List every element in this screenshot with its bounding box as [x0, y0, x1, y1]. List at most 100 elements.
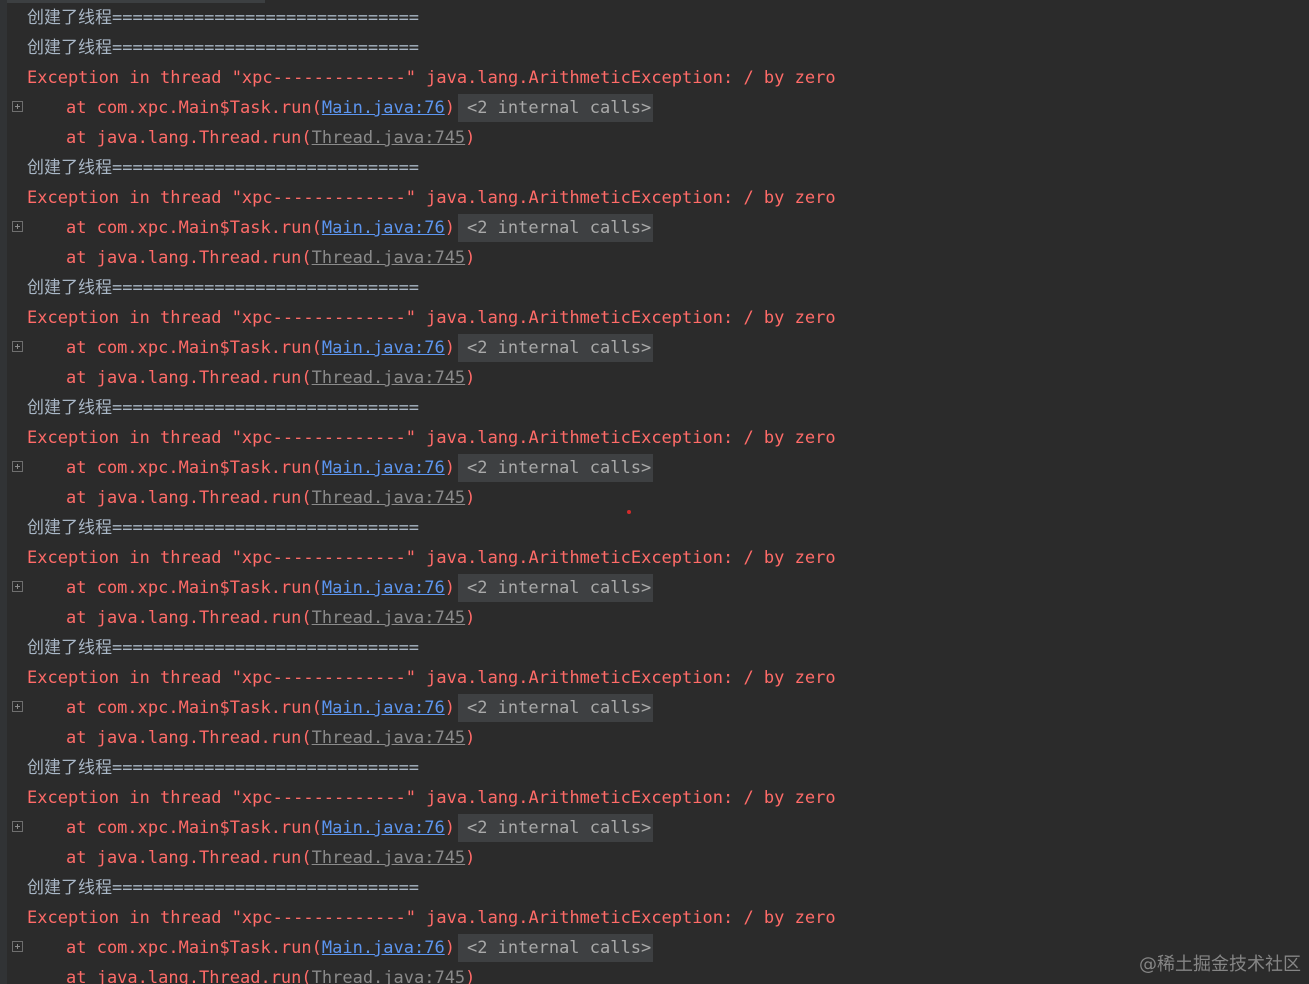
frame-prefix: at com.xpc.Main$Task.run(: [66, 458, 322, 478]
frame-suffix: ): [444, 698, 455, 718]
thread-created-line: 创建了线程==============================: [27, 8, 420, 28]
exception-line: Exception in thread "xpc-------------" j…: [27, 68, 836, 88]
internal-calls-toggle[interactable]: <2 internal calls>: [457, 814, 654, 842]
thread-created-line: 创建了线程==============================: [27, 38, 420, 58]
frame-suffix: ): [444, 938, 455, 958]
thread-created-line: 创建了线程==============================: [27, 758, 420, 778]
frame-suffix: ): [444, 578, 455, 598]
stack-frame-thread-run: at java.lang.Thread.run(Thread.java:745): [0, 363, 1309, 393]
stack-frame-thread-run: at java.lang.Thread.run(Thread.java:745): [0, 843, 1309, 873]
internal-calls-toggle[interactable]: <2 internal calls>: [457, 334, 654, 362]
fold-expand-icon[interactable]: [12, 101, 23, 112]
frame-prefix: at java.lang.Thread.run(: [66, 368, 312, 388]
frame-prefix: at com.xpc.Main$Task.run(: [66, 98, 322, 118]
frame-prefix: at java.lang.Thread.run(: [66, 968, 312, 984]
watermark: @稀土掘金技术社区: [1139, 954, 1301, 975]
internal-calls-toggle[interactable]: <2 internal calls>: [457, 574, 654, 602]
stack-frame-thread-run: at java.lang.Thread.run(Thread.java:745): [0, 603, 1309, 633]
frame-prefix: at com.xpc.Main$Task.run(: [66, 818, 322, 838]
frame-suffix: ): [465, 968, 476, 984]
thread-created-line: 创建了线程==============================: [27, 278, 420, 298]
source-link-thread-java[interactable]: Thread.java:745: [312, 128, 466, 148]
source-link-main-java[interactable]: Main.java:76: [322, 98, 445, 118]
internal-calls-toggle[interactable]: <2 internal calls>: [457, 214, 654, 242]
stack-frame-thread-run: at java.lang.Thread.run(Thread.java:745): [0, 963, 1309, 984]
frame-prefix: at java.lang.Thread.run(: [66, 728, 312, 748]
source-link-thread-java[interactable]: Thread.java:745: [312, 968, 466, 984]
stack-frame-task-run: at com.xpc.Main$Task.run(Main.java:76) <2…: [0, 933, 1309, 963]
internal-calls-toggle[interactable]: <2 internal calls>: [457, 694, 654, 722]
frame-prefix: at com.xpc.Main$Task.run(: [66, 698, 322, 718]
frame-suffix: ): [444, 98, 455, 118]
red-dot-marker: [627, 510, 631, 514]
fold-expand-icon[interactable]: [12, 461, 23, 472]
fold-expand-icon[interactable]: [12, 941, 23, 952]
frame-prefix: at java.lang.Thread.run(: [66, 848, 312, 868]
frame-suffix: ): [465, 608, 476, 628]
frame-prefix: at java.lang.Thread.run(: [66, 128, 312, 148]
fold-expand-icon[interactable]: [12, 341, 23, 352]
frame-suffix: ): [465, 368, 476, 388]
stack-frame-task-run: at com.xpc.Main$Task.run(Main.java:76) <2…: [0, 573, 1309, 603]
frame-suffix: ): [465, 248, 476, 268]
frame-prefix: at com.xpc.Main$Task.run(: [66, 578, 322, 598]
exception-line: Exception in thread "xpc-------------" j…: [27, 428, 836, 448]
internal-calls-toggle[interactable]: <2 internal calls>: [457, 94, 654, 122]
stack-frame-thread-run: at java.lang.Thread.run(Thread.java:745): [0, 723, 1309, 753]
frame-suffix: ): [465, 128, 476, 148]
stack-frame-task-run: at com.xpc.Main$Task.run(Main.java:76) <2…: [0, 333, 1309, 363]
fold-expand-icon[interactable]: [12, 581, 23, 592]
fold-expand-icon[interactable]: [12, 701, 23, 712]
source-link-main-java[interactable]: Main.java:76: [322, 578, 445, 598]
run-console-output[interactable]: 创建了线程============================== 创建了线程…: [0, 0, 1309, 984]
source-link-thread-java[interactable]: Thread.java:745: [312, 608, 466, 628]
source-link-thread-java[interactable]: Thread.java:745: [312, 848, 466, 868]
frame-suffix: ): [465, 728, 476, 748]
internal-calls-toggle[interactable]: <2 internal calls>: [457, 934, 654, 962]
fold-expand-icon[interactable]: [12, 821, 23, 832]
stack-frame-task-run: at com.xpc.Main$Task.run(Main.java:76) <2…: [0, 213, 1309, 243]
exception-line: Exception in thread "xpc-------------" j…: [27, 908, 836, 928]
thread-created-line: 创建了线程==============================: [27, 398, 420, 418]
stack-frame-task-run: at com.xpc.Main$Task.run(Main.java:76) <2…: [0, 813, 1309, 843]
frame-suffix: ): [444, 818, 455, 838]
exception-line: Exception in thread "xpc-------------" j…: [27, 308, 836, 328]
frame-suffix: ): [444, 458, 455, 478]
frame-prefix: at com.xpc.Main$Task.run(: [66, 218, 322, 238]
stack-frame-thread-run: at java.lang.Thread.run(Thread.java:745): [0, 483, 1309, 513]
frame-prefix: at java.lang.Thread.run(: [66, 248, 312, 268]
thread-created-line: 创建了线程==============================: [27, 878, 420, 898]
source-link-main-java[interactable]: Main.java:76: [322, 458, 445, 478]
frame-suffix: ): [444, 218, 455, 238]
frame-prefix: at com.xpc.Main$Task.run(: [66, 938, 322, 958]
exception-line: Exception in thread "xpc-------------" j…: [27, 668, 836, 688]
stack-frame-task-run: at com.xpc.Main$Task.run(Main.java:76) <2…: [0, 693, 1309, 723]
source-link-thread-java[interactable]: Thread.java:745: [312, 248, 466, 268]
source-link-main-java[interactable]: Main.java:76: [322, 338, 445, 358]
source-link-main-java[interactable]: Main.java:76: [322, 938, 445, 958]
exception-line: Exception in thread "xpc-------------" j…: [27, 548, 836, 568]
source-link-thread-java[interactable]: Thread.java:745: [312, 488, 466, 508]
source-link-thread-java[interactable]: Thread.java:745: [312, 728, 466, 748]
stack-frame-thread-run: at java.lang.Thread.run(Thread.java:745): [0, 123, 1309, 153]
stack-frame-task-run: at com.xpc.Main$Task.run(Main.java:76) <2…: [0, 93, 1309, 123]
frame-prefix: at java.lang.Thread.run(: [66, 488, 312, 508]
source-link-thread-java[interactable]: Thread.java:745: [312, 368, 466, 388]
thread-created-line: 创建了线程==============================: [27, 158, 420, 178]
thread-created-line: 创建了线程==============================: [27, 638, 420, 658]
fold-expand-icon[interactable]: [12, 221, 23, 232]
frame-prefix: at java.lang.Thread.run(: [66, 608, 312, 628]
thread-created-line: 创建了线程==============================: [27, 518, 420, 538]
source-link-main-java[interactable]: Main.java:76: [322, 218, 445, 238]
frame-suffix: ): [465, 848, 476, 868]
stack-frame-task-run: at com.xpc.Main$Task.run(Main.java:76) <2…: [0, 453, 1309, 483]
stack-frame-thread-run: at java.lang.Thread.run(Thread.java:745): [0, 243, 1309, 273]
frame-prefix: at com.xpc.Main$Task.run(: [66, 338, 322, 358]
internal-calls-toggle[interactable]: <2 internal calls>: [457, 454, 654, 482]
exception-line: Exception in thread "xpc-------------" j…: [27, 788, 836, 808]
frame-suffix: ): [465, 488, 476, 508]
console-lines: 创建了线程============================== 创建了线程…: [0, 3, 1309, 984]
frame-suffix: ): [444, 338, 455, 358]
source-link-main-java[interactable]: Main.java:76: [322, 698, 445, 718]
source-link-main-java[interactable]: Main.java:76: [322, 818, 445, 838]
